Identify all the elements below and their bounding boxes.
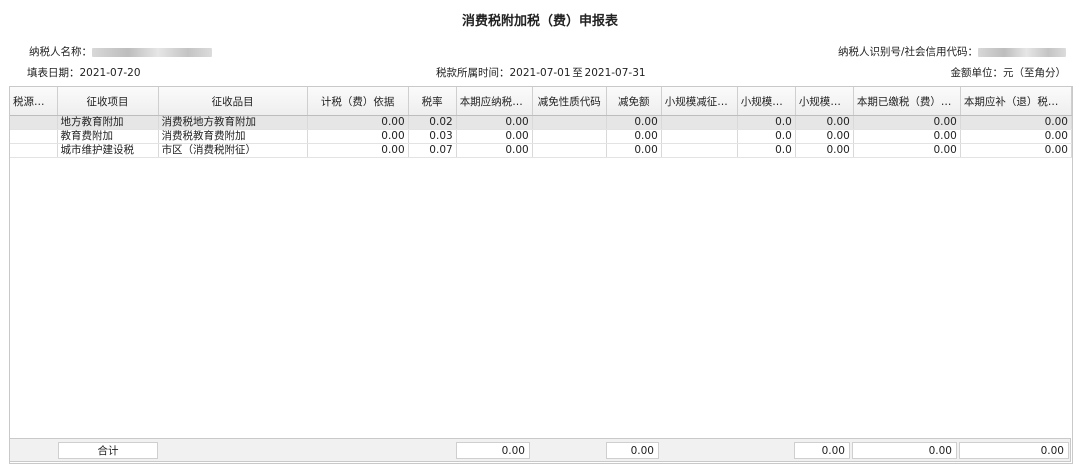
col-header-levy-category[interactable]: 征收品目: [158, 87, 308, 116]
cell-small-relief-3[interactable]: 0.00: [795, 129, 854, 144]
cell-paid-amount[interactable]: 0.00: [853, 115, 961, 130]
col-header-refund-amount[interactable]: 本期应补（退）税（费…: [960, 87, 1072, 116]
cell-levy-category[interactable]: 消费税地方教育附加: [158, 115, 308, 130]
fill-date: 填表日期：2021-07-20: [27, 65, 141, 80]
table-header-row: 税源编号 征收项目 征收品目 计税（费）依据 税率 本期应纳税（… 减免性质代码…: [10, 87, 1072, 116]
fill-date-value: 2021-07-20: [79, 67, 141, 79]
col-header-paid-amount[interactable]: 本期已缴税（费）额 *: [853, 87, 961, 116]
total-paid-amount: 0.00: [852, 442, 957, 459]
taxpayer-name-redacted: [92, 47, 212, 57]
tax-period: 税款所属时间：2021-07-01 至 2021-07-31: [436, 65, 646, 80]
col-header-small-relief-1[interactable]: 小规模减征减…: [661, 87, 738, 116]
cell-relief-code[interactable]: [532, 143, 607, 158]
cell-relief-code[interactable]: [532, 115, 607, 130]
cell-relief-amount[interactable]: 0.00: [606, 143, 662, 158]
cell-tax-rate[interactable]: 0.03: [408, 129, 457, 144]
form-title: 消费税附加税（费）申报表: [461, 14, 618, 29]
cell-tax-rate[interactable]: 0.07: [408, 143, 457, 158]
required-marker-icon: *: [954, 95, 960, 108]
cell-levy-item[interactable]: 教育费附加: [57, 129, 159, 144]
col-header-tax-basis[interactable]: 计税（费）依据: [307, 87, 409, 116]
cell-relief-code[interactable]: [532, 129, 607, 144]
cell-small-relief-1[interactable]: [661, 143, 738, 158]
col-header-relief-amount[interactable]: 减免额: [606, 87, 662, 116]
tax-table: 税源编号 征收项目 征收品目 计税（费）依据 税率 本期应纳税（… 减免性质代码…: [10, 87, 1072, 158]
cell-refund-amount[interactable]: 0.00: [960, 129, 1072, 144]
cell-paid-amount[interactable]: 0.00: [853, 143, 961, 158]
cell-tax-due[interactable]: 0.00: [456, 115, 533, 130]
cell-small-relief-3[interactable]: 0.00: [795, 143, 854, 158]
cell-small-relief-3[interactable]: 0.00: [795, 115, 854, 130]
cell-small-relief-1[interactable]: [661, 115, 738, 130]
paid-amount-label: 本期已缴税（费）额: [856, 95, 952, 108]
cell-refund-amount[interactable]: 0.00: [960, 143, 1072, 158]
tax-grid: 税源编号 征收项目 征收品目 计税（费）依据 税率 本期应纳税（… 减免性质代码…: [9, 86, 1073, 464]
cell-source-no[interactable]: [10, 115, 58, 130]
cell-levy-category[interactable]: 消费税教育费附加: [158, 129, 308, 144]
cell-tax-basis[interactable]: 0.00: [307, 115, 409, 130]
taxpayer-name-label: 纳税人名称：: [29, 46, 92, 58]
col-header-levy-item[interactable]: 征收项目: [57, 87, 159, 116]
cell-source-no[interactable]: [10, 129, 58, 144]
cell-tax-basis[interactable]: 0.00: [307, 129, 409, 144]
cell-tax-basis[interactable]: 0.00: [307, 143, 409, 158]
cell-small-relief-2[interactable]: 0.0: [737, 115, 796, 130]
cell-small-relief-1[interactable]: [661, 129, 738, 144]
taxpayer-id-redacted: [978, 47, 1067, 57]
cell-small-relief-2[interactable]: 0.0: [737, 143, 796, 158]
cell-levy-category[interactable]: 市区（消费税附征）: [158, 143, 308, 158]
total-small-relief: 0.00: [794, 442, 850, 459]
cell-small-relief-2[interactable]: 0.0: [737, 129, 796, 144]
table-row[interactable]: 城市维护建设税 市区（消费税附征） 0.00 0.07 0.00 0.00 0.…: [10, 143, 1072, 158]
total-refund-amount: 0.00: [959, 442, 1069, 459]
col-header-tax-rate[interactable]: 税率: [408, 87, 457, 116]
cell-source-no[interactable]: [10, 143, 58, 158]
total-tax-due: 0.00: [456, 442, 530, 459]
tax-period-separator: 至: [572, 67, 583, 79]
cell-levy-item[interactable]: 城市维护建设税: [57, 143, 159, 158]
amount-unit: 金额单位：元（至角分）: [950, 67, 1067, 79]
cell-tax-rate[interactable]: 0.02: [408, 115, 457, 130]
totals-bar: 合计 0.00 0.00 0.00 0.00 0.00: [9, 438, 1071, 462]
cell-levy-item[interactable]: 地方教育附加: [57, 115, 159, 130]
table-row[interactable]: 地方教育附加 消费税地方教育附加 0.00 0.02 0.00 0.00 0.0…: [10, 115, 1072, 130]
col-header-small-relief-2[interactable]: 小规模减…: [737, 87, 796, 116]
tax-period-start: 2021-07-01: [509, 67, 571, 79]
total-relief-amount: 0.00: [606, 442, 659, 459]
cell-tax-due[interactable]: 0.00: [456, 143, 533, 158]
cell-relief-amount[interactable]: 0.00: [606, 129, 662, 144]
cell-tax-due[interactable]: 0.00: [456, 129, 533, 144]
fill-date-label: 填表日期：: [27, 67, 80, 79]
tax-period-label: 税款所属时间：: [436, 67, 510, 79]
cell-refund-amount[interactable]: 0.00: [960, 115, 1072, 130]
taxpayer-id-label: 纳税人识别号/社会信用代码：: [838, 46, 979, 58]
col-header-small-relief-3[interactable]: 小规模减…: [795, 87, 854, 116]
cell-relief-amount[interactable]: 0.00: [606, 115, 662, 130]
total-label: 合计: [58, 442, 158, 459]
col-header-source-no[interactable]: 税源编号: [10, 87, 58, 116]
taxpayer-name: 纳税人名称：: [29, 44, 212, 59]
table-row[interactable]: 教育费附加 消费税教育费附加 0.00 0.03 0.00 0.00 0.0 0…: [10, 129, 1072, 144]
taxpayer-id: 纳税人识别号/社会信用代码：: [838, 44, 1067, 59]
cell-paid-amount[interactable]: 0.00: [853, 129, 961, 144]
tax-period-end: 2021-07-31: [584, 67, 646, 79]
col-header-relief-code[interactable]: 减免性质代码: [532, 87, 607, 116]
col-header-tax-due[interactable]: 本期应纳税（…: [456, 87, 533, 116]
